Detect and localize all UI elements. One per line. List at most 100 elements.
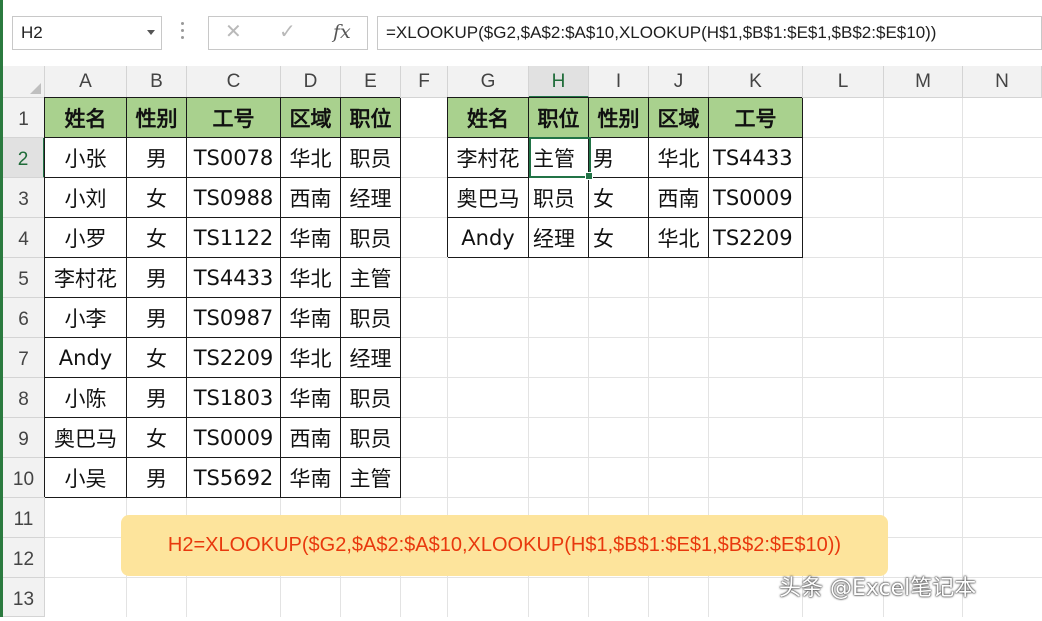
table-cell[interactable]: 职员 xyxy=(341,298,401,338)
column-header-l[interactable]: L xyxy=(803,66,884,98)
table-cell[interactable]: 小罗 xyxy=(45,218,127,258)
table-cell[interactable]: TS1803 xyxy=(187,378,281,418)
column-header-a[interactable]: A xyxy=(45,66,127,98)
table-cell[interactable]: TS1122 xyxy=(187,218,281,258)
table-cell[interactable]: 经理 xyxy=(529,218,589,258)
row-header-7[interactable]: 7 xyxy=(3,338,45,378)
row-header-1[interactable]: 1 xyxy=(3,98,45,138)
table-cell[interactable]: 女 xyxy=(127,178,187,218)
table-cell[interactable]: 华北 xyxy=(649,218,709,258)
table-cell[interactable]: TS4433 xyxy=(187,258,281,298)
table-cell[interactable]: TS0009 xyxy=(709,178,803,218)
formula-input[interactable]: =XLOOKUP($G2,$A$2:$A$10,XLOOKUP(H$1,$B$1… xyxy=(377,16,1042,50)
header-cell[interactable]: 职位 xyxy=(529,98,589,138)
table-cell[interactable]: 西南 xyxy=(649,178,709,218)
table-cell[interactable]: 经理 xyxy=(341,338,401,378)
column-header-n[interactable]: N xyxy=(963,66,1042,98)
table-cell[interactable]: 华南 xyxy=(281,218,341,258)
table-cell[interactable]: 女 xyxy=(127,338,187,378)
column-header-i[interactable]: I xyxy=(589,66,649,98)
header-cell[interactable]: 区域 xyxy=(649,98,709,138)
header-cell[interactable]: 性别 xyxy=(127,98,187,138)
name-box[interactable]: H2 xyxy=(12,16,162,50)
table-cell[interactable]: 华南 xyxy=(281,458,341,498)
table-cell[interactable]: Andy xyxy=(448,218,529,258)
row-header-2[interactable]: 2 xyxy=(3,138,45,178)
check-icon[interactable]: ✓ xyxy=(279,19,296,43)
table-cell[interactable]: TS0987 xyxy=(187,298,281,338)
row-header-5[interactable]: 5 xyxy=(3,258,45,298)
table-cell[interactable]: TS2209 xyxy=(187,338,281,378)
header-cell[interactable]: 区域 xyxy=(281,98,341,138)
table-cell[interactable]: 女 xyxy=(127,418,187,458)
header-cell[interactable]: 姓名 xyxy=(45,98,127,138)
table-cell[interactable]: 职员 xyxy=(529,178,589,218)
insert-function-icon[interactable]: fx xyxy=(333,21,351,43)
header-cell[interactable]: 工号 xyxy=(187,98,281,138)
table-cell[interactable]: 女 xyxy=(589,218,649,258)
row-header-4[interactable]: 4 xyxy=(3,218,45,258)
table-cell[interactable]: 小张 xyxy=(45,138,127,178)
row-header-8[interactable]: 8 xyxy=(3,378,45,418)
table-cell[interactable]: 西南 xyxy=(281,178,341,218)
table-cell[interactable]: 男 xyxy=(127,258,187,298)
row-header-9[interactable]: 9 xyxy=(3,418,45,458)
column-header-j[interactable]: J xyxy=(649,66,709,98)
table-cell[interactable]: 男 xyxy=(127,378,187,418)
table-cell[interactable]: TS2209 xyxy=(709,218,803,258)
table-cell[interactable]: 男 xyxy=(127,138,187,178)
table-cell[interactable]: TS0078 xyxy=(187,138,281,178)
table-cell[interactable]: 华南 xyxy=(281,378,341,418)
chevron-down-icon[interactable] xyxy=(147,30,155,35)
table-cell[interactable]: 女 xyxy=(127,218,187,258)
column-header-m[interactable]: M xyxy=(884,66,963,98)
header-cell[interactable]: 工号 xyxy=(709,98,803,138)
table-cell[interactable]: 经理 xyxy=(341,178,401,218)
table-cell[interactable]: TS0988 xyxy=(187,178,281,218)
table-cell[interactable]: 男 xyxy=(589,138,649,178)
row-header-3[interactable]: 3 xyxy=(3,178,45,218)
row-header-11[interactable]: 11 xyxy=(3,498,45,538)
column-header-b[interactable]: B xyxy=(127,66,187,98)
table-cell[interactable]: 职员 xyxy=(341,378,401,418)
table-cell[interactable]: 奥巴马 xyxy=(448,178,529,218)
table-cell[interactable]: TS0009 xyxy=(187,418,281,458)
select-all-button[interactable] xyxy=(3,66,45,98)
table-cell[interactable]: 男 xyxy=(127,458,187,498)
drag-handle-icon[interactable] xyxy=(181,22,185,44)
table-cell[interactable]: 主管 xyxy=(341,458,401,498)
table-cell[interactable]: 职员 xyxy=(341,138,401,178)
table-cell[interactable]: 小刘 xyxy=(45,178,127,218)
table-cell[interactable]: 奥巴马 xyxy=(45,418,127,458)
active-cell-selection[interactable] xyxy=(529,137,593,180)
table-cell[interactable]: 华北 xyxy=(281,258,341,298)
table-cell[interactable]: 职员 xyxy=(341,218,401,258)
table-cell[interactable]: 女 xyxy=(589,178,649,218)
column-header-e[interactable]: E xyxy=(341,66,401,98)
column-header-c[interactable]: C xyxy=(187,66,281,98)
row-header-13[interactable]: 13 xyxy=(3,578,45,617)
table-cell[interactable]: 李村花 xyxy=(448,138,529,178)
header-cell[interactable]: 性别 xyxy=(589,98,649,138)
table-cell[interactable]: 主管 xyxy=(341,258,401,298)
table-cell[interactable]: 小吴 xyxy=(45,458,127,498)
header-cell[interactable]: 姓名 xyxy=(448,98,529,138)
table-cell[interactable]: 小李 xyxy=(45,298,127,338)
cancel-icon[interactable]: ✕ xyxy=(225,19,242,43)
table-cell[interactable]: 李村花 xyxy=(45,258,127,298)
table-cell[interactable]: 华北 xyxy=(281,138,341,178)
row-header-10[interactable]: 10 xyxy=(3,458,45,498)
row-header-6[interactable]: 6 xyxy=(3,298,45,338)
row-header-12[interactable]: 12 xyxy=(3,538,45,578)
table-cell[interactable]: 华南 xyxy=(281,298,341,338)
header-cell[interactable]: 职位 xyxy=(341,98,401,138)
table-cell[interactable]: TS5692 xyxy=(187,458,281,498)
table-cell[interactable]: 华北 xyxy=(649,138,709,178)
column-header-g[interactable]: G xyxy=(448,66,529,98)
column-header-h[interactable]: H xyxy=(529,66,589,98)
column-header-f[interactable]: F xyxy=(401,66,448,98)
table-cell[interactable]: 华北 xyxy=(281,338,341,378)
table-cell[interactable]: 小陈 xyxy=(45,378,127,418)
column-header-k[interactable]: K xyxy=(709,66,803,98)
table-cell[interactable]: 西南 xyxy=(281,418,341,458)
